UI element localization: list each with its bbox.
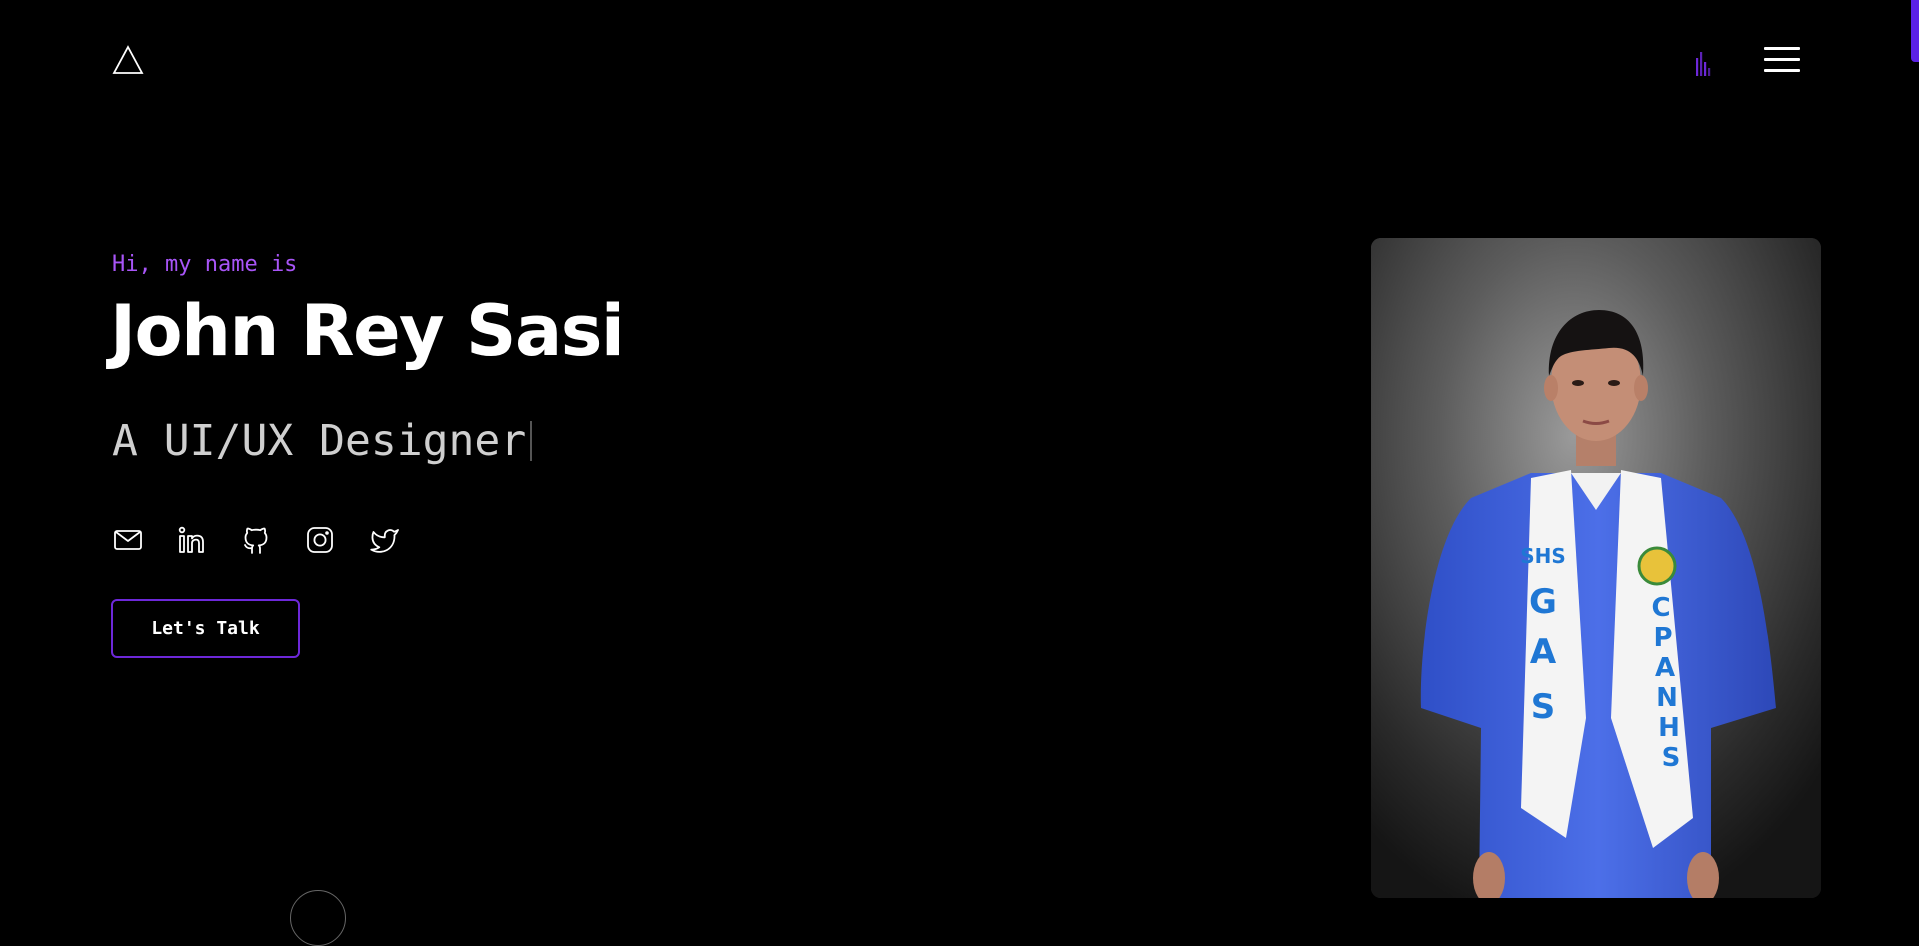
menu-line [1764,69,1800,72]
profile-photo: SHS G A S C P A N H S [1371,238,1821,898]
menu-line [1764,47,1800,50]
hero-name: John Rey Sasi [110,290,625,372]
svg-text:S: S [1662,743,1681,773]
lets-talk-button[interactable]: Let's Talk [111,599,300,658]
mail-icon[interactable] [112,524,144,556]
svg-text:S: S [1531,687,1556,727]
role-typewriter: A UI/UX Designer [112,416,533,466]
svg-text:C: C [1651,593,1670,623]
svg-text:G: G [1529,582,1557,622]
github-icon[interactable] [240,524,272,556]
logo-triangle-icon[interactable] [112,44,144,76]
svg-text:SHS: SHS [1520,544,1566,568]
scroll-down-indicator[interactable] [290,890,346,946]
typing-cursor [530,421,533,461]
greeting-text: Hi, my name is [112,252,298,277]
svg-text:N: N [1656,683,1678,713]
svg-text:P: P [1653,623,1672,653]
svg-text:H: H [1658,713,1680,743]
scroll-progress-bar[interactable] [1911,0,1919,62]
role-text: A UI/UX Designer [112,416,527,466]
menu-line [1764,58,1800,61]
linkedin-icon[interactable] [176,524,208,556]
twitter-icon[interactable] [368,524,400,556]
audio-visualizer-icon[interactable] [1694,48,1716,76]
instagram-icon[interactable] [304,524,336,556]
social-links [112,524,432,556]
hamburger-menu-button[interactable] [1764,44,1800,76]
svg-text:A: A [1530,632,1557,672]
svg-text:A: A [1655,653,1675,683]
